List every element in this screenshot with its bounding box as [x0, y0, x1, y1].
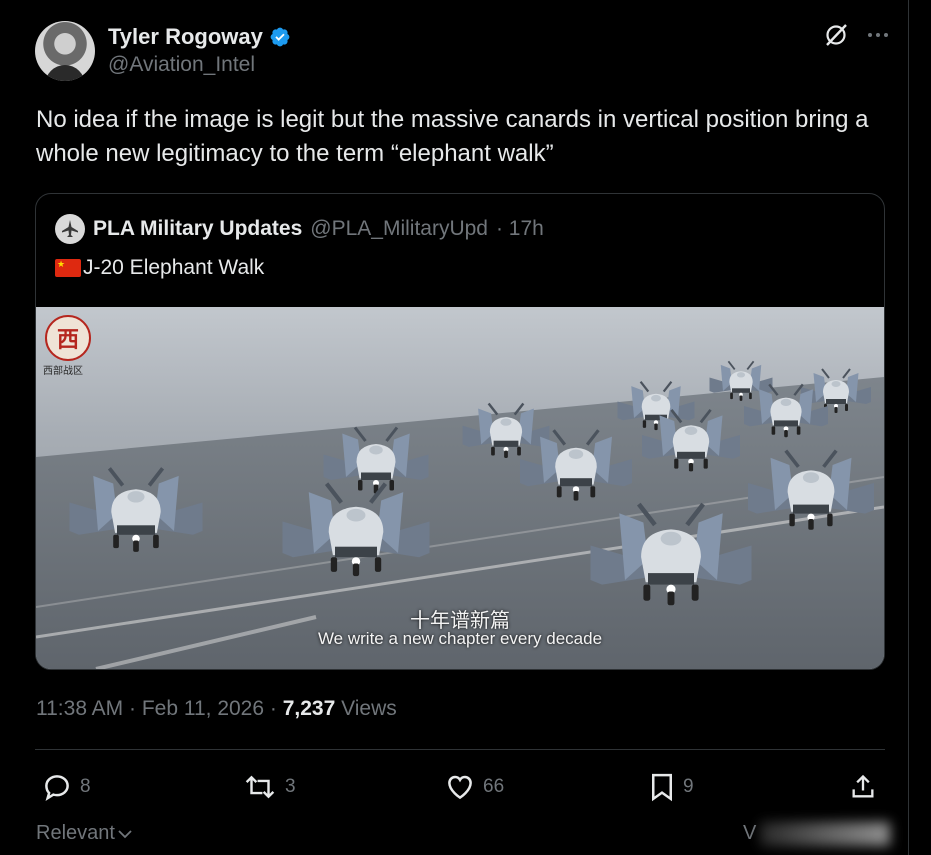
top-actions: [823, 22, 889, 48]
blurred-overlay: [760, 822, 890, 846]
bookmark-button[interactable]: 9: [649, 772, 694, 802]
quote-author-handle[interactable]: @PLA_MilitaryUpd: [310, 217, 488, 241]
author-name-row: Tyler Rogoway: [108, 24, 291, 50]
tweet-timestamp[interactable]: 11:38 AM · Feb 11, 2026 ·: [36, 697, 283, 720]
next-reply-preview: V: [743, 822, 757, 844]
jet-silhouette-icon: [62, 220, 78, 237]
verified-badge-icon: [270, 27, 290, 47]
tweet-text: No idea if the image is legit but the ma…: [36, 106, 869, 167]
divider: [35, 749, 885, 750]
share-button[interactable]: [849, 772, 877, 802]
repost-count: 3: [285, 776, 296, 797]
video-subtitle-english: We write a new chapter every decade: [317, 629, 603, 648]
grok-icon[interactable]: [823, 22, 849, 48]
quote-text-row: J-20 Elephant Walk: [55, 256, 264, 280]
reply-button[interactable]: 8: [42, 772, 91, 802]
quote-text: J-20 Elephant Walk: [83, 256, 265, 279]
sort-replies-dropdown[interactable]: Relevant: [36, 822, 132, 845]
repost-button[interactable]: 3: [243, 772, 296, 802]
heart-icon: [448, 775, 472, 800]
quote-media-image[interactable]: 西 西部战区 十年谱新篇 We write a new chapter ever…: [36, 307, 884, 669]
column-border: [908, 0, 909, 855]
broadcaster-logo-caption: 西部战区: [43, 366, 83, 377]
reply-icon: [45, 775, 69, 802]
share-icon: [852, 774, 874, 798]
views-count: 7,237: [282, 697, 336, 720]
bookmark-icon: [652, 773, 672, 802]
quote-author-name[interactable]: PLA Military Updates: [93, 217, 302, 241]
views-label: Views: [335, 697, 397, 720]
author-display-name[interactable]: Tyler Rogoway: [108, 24, 263, 50]
tweet-meta: 11:38 AM · Feb 11, 2026 · 7,237 Views: [36, 697, 397, 721]
like-count: 66: [483, 776, 505, 797]
quote-timestamp[interactable]: · 17h: [496, 217, 544, 241]
quoted-tweet[interactable]: PLA Military Updates @PLA_MilitaryUpd · …: [35, 193, 885, 670]
reply-count: 8: [80, 776, 91, 797]
more-icon[interactable]: [867, 31, 889, 39]
author-handle[interactable]: @Aviation_Intel: [108, 53, 255, 77]
like-button[interactable]: 66: [445, 772, 504, 802]
chevron-down-icon: [118, 829, 132, 838]
bookmark-count: 9: [683, 776, 694, 797]
quote-avatar[interactable]: [55, 214, 85, 244]
china-flag-icon: [55, 258, 81, 277]
broadcaster-logo: 西: [45, 315, 91, 361]
repost-icon: [245, 775, 275, 799]
author-avatar[interactable]: [35, 21, 95, 81]
quote-header: PLA Military Updates @PLA_MilitaryUpd · …: [55, 214, 544, 244]
sort-label: Relevant: [36, 822, 115, 844]
